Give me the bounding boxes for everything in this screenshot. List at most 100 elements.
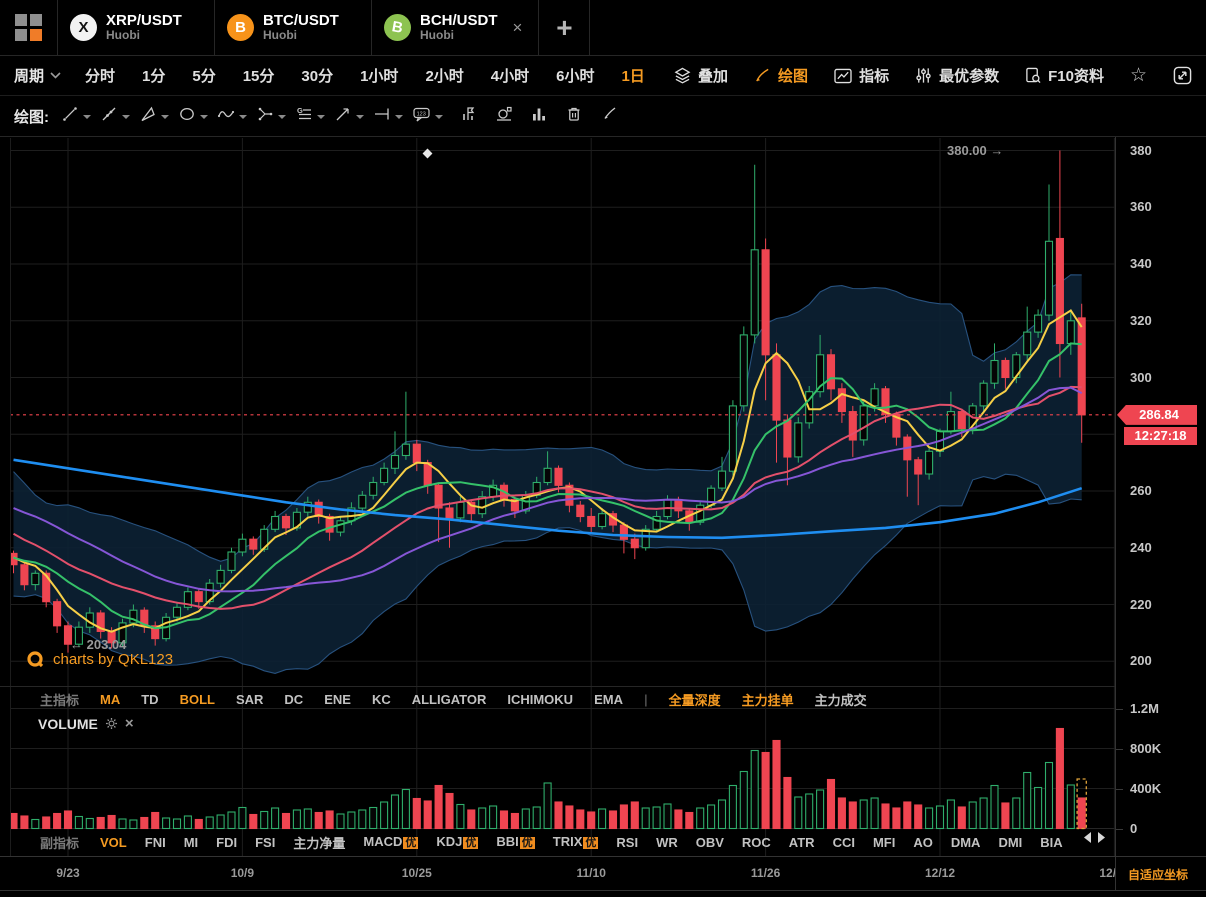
volume-close-button[interactable]: ×: [125, 715, 134, 732]
main-indicator-item-SAR[interactable]: SAR: [236, 692, 263, 707]
polyline-dropdown-caret[interactable]: [122, 115, 130, 119]
callout-icon: 123: [412, 105, 431, 128]
histogram-tool[interactable]: [530, 105, 548, 128]
period-item-2小时[interactable]: 2小时: [425, 65, 463, 86]
sub-indicator-item-RSI[interactable]: RSI: [616, 835, 638, 850]
trend-line-tool[interactable]: [61, 105, 91, 128]
measure-tool[interactable]: [373, 105, 403, 128]
period-item-6小时[interactable]: 6小时: [556, 65, 594, 86]
main-indicator-item-EMA[interactable]: EMA: [594, 692, 623, 707]
callout-tool[interactable]: 123: [412, 105, 443, 128]
sub-indicator-item-BIA[interactable]: BIA: [1040, 835, 1062, 850]
svg-text:G: G: [297, 106, 303, 115]
channel-dropdown-caret[interactable]: [161, 115, 169, 119]
sub-indicator-item-FNI[interactable]: FNI: [145, 835, 166, 850]
sub-indicator-item-BBI[interactable]: BBI优: [496, 834, 534, 850]
optimal-params-button[interactable]: 最优参数: [915, 65, 999, 86]
period-item-4小时[interactable]: 4小时: [491, 65, 529, 86]
main-indicator-item-ENE[interactable]: ENE: [324, 692, 351, 707]
trend-line-dropdown-caret[interactable]: [83, 115, 91, 119]
fullscreen-button[interactable]: [1173, 66, 1192, 85]
period-label-group[interactable]: 周期: [14, 65, 61, 86]
wave-tool[interactable]: [217, 105, 247, 128]
measure-dropdown-caret[interactable]: [395, 115, 403, 119]
adaptive-coords-toggle[interactable]: 自适应坐标: [1128, 866, 1188, 883]
app-menu-button[interactable]: [0, 0, 58, 55]
main-indicator-item-KC[interactable]: KC: [372, 692, 391, 707]
gann-dropdown-caret[interactable]: [317, 115, 325, 119]
pitchfork-dropdown-caret[interactable]: [278, 115, 286, 119]
ellipse-tool[interactable]: [178, 105, 208, 128]
bch-coin-icon: B: [384, 14, 411, 41]
indicator-button[interactable]: 指标: [834, 65, 889, 86]
sub-indicator-item-CCI[interactable]: CCI: [833, 835, 855, 850]
flag-column-tool[interactable]: [460, 105, 478, 128]
period-item-1分[interactable]: 1分: [142, 65, 165, 86]
sub-indicator-item-MACD[interactable]: MACD优: [363, 834, 418, 850]
volume-settings-button[interactable]: [105, 717, 118, 730]
main-indicator-item-主力挂单[interactable]: 主力挂单: [742, 690, 794, 709]
qkl123-logo-icon: [26, 650, 45, 669]
main-indicator-item-MA[interactable]: MA: [100, 692, 120, 707]
main-indicator-item-ICHIMOKU[interactable]: ICHIMOKU: [507, 692, 573, 707]
volume-tick-mark: [1116, 829, 1123, 830]
doc-search-icon: [1025, 67, 1041, 84]
sub-indicator-item-WR[interactable]: WR: [656, 835, 678, 850]
sub-indicator-item-OBV[interactable]: OBV: [696, 835, 724, 850]
polyline-tool[interactable]: [100, 105, 130, 128]
sub-indicator-item-ATR[interactable]: ATR: [789, 835, 815, 850]
sub-indicator-item-DMA[interactable]: DMA: [951, 835, 981, 850]
volume-tick-mark: [1116, 749, 1123, 750]
sub-indicator-item-VOL[interactable]: VOL: [100, 835, 127, 850]
delete-tool[interactable]: [565, 105, 583, 128]
price-chart[interactable]: [10, 138, 1116, 856]
channel-tool[interactable]: [139, 105, 169, 128]
period-item-分时[interactable]: 分时: [85, 65, 115, 86]
arrow-dropdown-caret[interactable]: [356, 115, 364, 119]
gann-icon: G: [295, 105, 313, 128]
main-indicator-item-主力成交[interactable]: 主力成交: [815, 690, 867, 709]
sub-indicator-item-主力净量[interactable]: 主力净量: [293, 833, 345, 852]
period-item-1日[interactable]: 1日: [621, 65, 644, 86]
pitchfork-tool[interactable]: [256, 105, 286, 128]
sub-indicator-item-TRIX[interactable]: TRIX优: [553, 834, 599, 850]
tab-btc[interactable]: BBTC/USDTHuobi: [215, 0, 372, 55]
cycle-tool[interactable]: [495, 105, 513, 128]
ellipse-dropdown-caret[interactable]: [200, 115, 208, 119]
sub-indicator-item-ROC[interactable]: ROC: [742, 835, 771, 850]
period-item-5分[interactable]: 5分: [192, 65, 215, 86]
period-item-30分[interactable]: 30分: [301, 65, 333, 86]
sub-indicator-item-DMI[interactable]: DMI: [998, 835, 1022, 850]
sub-indicator-item-AO[interactable]: AO: [913, 835, 933, 850]
main-indicator-item-ALLIGATOR[interactable]: ALLIGATOR: [412, 692, 487, 707]
volume-bars-layer: [10, 729, 1086, 829]
gann-tool[interactable]: G: [295, 105, 325, 128]
period-item-1小时[interactable]: 1小时: [360, 65, 398, 86]
trend-line-icon: [61, 105, 79, 128]
main-indicator-item-BOLL[interactable]: BOLL: [180, 692, 215, 707]
wave-dropdown-caret[interactable]: [239, 115, 247, 119]
scroll-right-icon[interactable]: [1098, 832, 1105, 843]
add-tab-button[interactable]: +: [539, 0, 590, 55]
tab-bch[interactable]: BBCH/USDTHuobi×: [372, 0, 539, 55]
main-indicator-item-全量深度[interactable]: 全量深度: [669, 690, 721, 709]
f10-info-button[interactable]: F10资料: [1025, 65, 1104, 86]
overlay-button[interactable]: 叠加: [674, 65, 728, 86]
arrow-tool[interactable]: [334, 105, 364, 128]
main-indicator-item-TD[interactable]: TD: [141, 692, 158, 707]
brush-tool[interactable]: [600, 105, 618, 128]
draw-button[interactable]: 绘图: [754, 65, 808, 86]
sub-indicator-item-FDI[interactable]: FDI: [216, 835, 237, 850]
callout-dropdown-caret[interactable]: [435, 115, 443, 119]
sub-indicator-item-MI[interactable]: MI: [184, 835, 198, 850]
period-item-15分[interactable]: 15分: [243, 65, 275, 86]
tab-close-icon[interactable]: ×: [513, 18, 523, 38]
main-indicator-item-DC[interactable]: DC: [284, 692, 303, 707]
tab-xrp[interactable]: XXRP/USDTHuobi: [58, 0, 215, 55]
scroll-left-icon[interactable]: [1084, 832, 1091, 843]
favorite-star-icon[interactable]: ☆: [1130, 64, 1147, 87]
sub-indicator-item-KDJ[interactable]: KDJ优: [436, 834, 478, 850]
sub-indicator-item-FSI[interactable]: FSI: [255, 835, 275, 850]
time-axis-labels: 9/2310/910/2511/1011/2612/1212/28: [0, 857, 1115, 892]
sub-indicator-item-MFI[interactable]: MFI: [873, 835, 895, 850]
